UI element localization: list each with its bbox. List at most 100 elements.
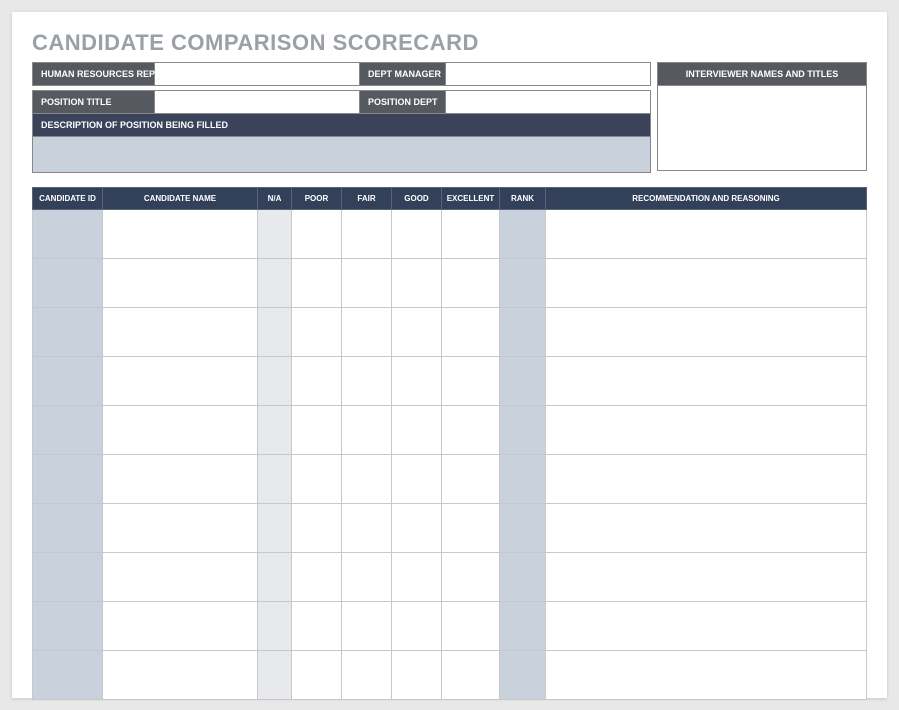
cell-candidate-name[interactable]: [103, 210, 258, 259]
cell-excellent[interactable]: [442, 602, 500, 651]
cell-poor[interactable]: [292, 406, 342, 455]
cell-na[interactable]: [258, 259, 292, 308]
cell-fair[interactable]: [342, 406, 392, 455]
cell-good[interactable]: [392, 210, 442, 259]
cell-candidate-id[interactable]: [33, 357, 103, 406]
table-row: [33, 308, 867, 357]
cell-excellent[interactable]: [442, 504, 500, 553]
cell-good[interactable]: [392, 357, 442, 406]
cell-candidate-id[interactable]: [33, 308, 103, 357]
value-dept-manager[interactable]: [446, 63, 650, 85]
cell-poor[interactable]: [292, 259, 342, 308]
cell-fair[interactable]: [342, 357, 392, 406]
table-row: [33, 651, 867, 700]
cell-excellent[interactable]: [442, 406, 500, 455]
cell-fair[interactable]: [342, 504, 392, 553]
cell-good[interactable]: [392, 602, 442, 651]
cell-recommendation[interactable]: [546, 504, 867, 553]
cell-candidate-id[interactable]: [33, 651, 103, 700]
cell-good[interactable]: [392, 504, 442, 553]
cell-rank[interactable]: [500, 602, 546, 651]
cell-candidate-id[interactable]: [33, 504, 103, 553]
cell-fair[interactable]: [342, 602, 392, 651]
cell-recommendation[interactable]: [546, 553, 867, 602]
cell-candidate-name[interactable]: [103, 651, 258, 700]
cell-excellent[interactable]: [442, 651, 500, 700]
cell-excellent[interactable]: [442, 553, 500, 602]
cell-rank[interactable]: [500, 210, 546, 259]
cell-rank[interactable]: [500, 406, 546, 455]
cell-candidate-name[interactable]: [103, 406, 258, 455]
cell-na[interactable]: [258, 602, 292, 651]
cell-good[interactable]: [392, 651, 442, 700]
value-description[interactable]: [32, 137, 651, 173]
cell-rank[interactable]: [500, 504, 546, 553]
cell-candidate-id[interactable]: [33, 259, 103, 308]
value-hr-rep[interactable]: [155, 63, 360, 85]
cell-rank[interactable]: [500, 308, 546, 357]
cell-na[interactable]: [258, 210, 292, 259]
cell-recommendation[interactable]: [546, 602, 867, 651]
value-position-title[interactable]: [155, 91, 360, 113]
cell-poor[interactable]: [292, 504, 342, 553]
cell-poor[interactable]: [292, 308, 342, 357]
cell-good[interactable]: [392, 455, 442, 504]
cell-candidate-id[interactable]: [33, 210, 103, 259]
cell-na[interactable]: [258, 455, 292, 504]
cell-poor[interactable]: [292, 210, 342, 259]
cell-fair[interactable]: [342, 308, 392, 357]
cell-candidate-name[interactable]: [103, 602, 258, 651]
cell-candidate-name[interactable]: [103, 357, 258, 406]
cell-candidate-id[interactable]: [33, 553, 103, 602]
cell-poor[interactable]: [292, 357, 342, 406]
cell-fair[interactable]: [342, 553, 392, 602]
cell-excellent[interactable]: [442, 308, 500, 357]
cell-fair[interactable]: [342, 259, 392, 308]
cell-excellent[interactable]: [442, 455, 500, 504]
cell-poor[interactable]: [292, 651, 342, 700]
cell-poor[interactable]: [292, 553, 342, 602]
cell-candidate-name[interactable]: [103, 504, 258, 553]
cell-recommendation[interactable]: [546, 651, 867, 700]
cell-candidate-id[interactable]: [33, 455, 103, 504]
cell-fair[interactable]: [342, 210, 392, 259]
cell-rank[interactable]: [500, 455, 546, 504]
label-hr-rep: HUMAN RESOURCES REP: [33, 63, 155, 85]
cell-recommendation[interactable]: [546, 259, 867, 308]
cell-excellent[interactable]: [442, 259, 500, 308]
cell-candidate-id[interactable]: [33, 602, 103, 651]
cell-na[interactable]: [258, 308, 292, 357]
cell-rank[interactable]: [500, 553, 546, 602]
cell-candidate-name[interactable]: [103, 308, 258, 357]
cell-good[interactable]: [392, 553, 442, 602]
cell-na[interactable]: [258, 651, 292, 700]
cell-na[interactable]: [258, 406, 292, 455]
cell-recommendation[interactable]: [546, 455, 867, 504]
cell-rank[interactable]: [500, 651, 546, 700]
cell-recommendation[interactable]: [546, 406, 867, 455]
cell-excellent[interactable]: [442, 210, 500, 259]
cell-candidate-name[interactable]: [103, 553, 258, 602]
cell-poor[interactable]: [292, 455, 342, 504]
cell-recommendation[interactable]: [546, 210, 867, 259]
cell-candidate-name[interactable]: [103, 455, 258, 504]
value-position-dept[interactable]: [446, 91, 650, 113]
cell-poor[interactable]: [292, 602, 342, 651]
cell-na[interactable]: [258, 553, 292, 602]
cell-excellent[interactable]: [442, 357, 500, 406]
header-right: INTERVIEWER NAMES AND TITLES: [657, 62, 867, 173]
cell-recommendation[interactable]: [546, 308, 867, 357]
cell-candidate-name[interactable]: [103, 259, 258, 308]
cell-fair[interactable]: [342, 455, 392, 504]
cell-good[interactable]: [392, 259, 442, 308]
value-interviewers[interactable]: [657, 86, 867, 171]
cell-na[interactable]: [258, 357, 292, 406]
cell-rank[interactable]: [500, 259, 546, 308]
cell-recommendation[interactable]: [546, 357, 867, 406]
cell-rank[interactable]: [500, 357, 546, 406]
cell-fair[interactable]: [342, 651, 392, 700]
cell-candidate-id[interactable]: [33, 406, 103, 455]
cell-na[interactable]: [258, 504, 292, 553]
cell-good[interactable]: [392, 406, 442, 455]
cell-good[interactable]: [392, 308, 442, 357]
